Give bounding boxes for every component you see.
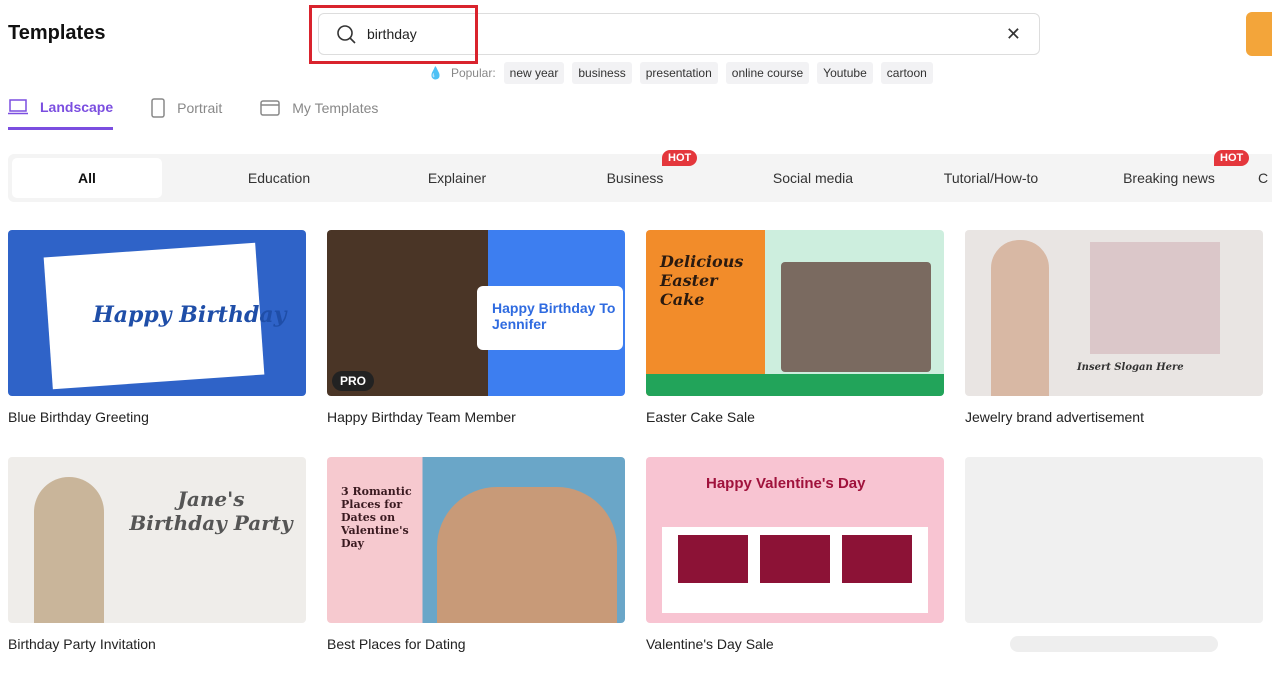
popular-chip[interactable]: new year — [503, 62, 565, 84]
folder-icon — [260, 100, 281, 116]
category-label: Business — [606, 170, 664, 186]
popular-label: Popular: — [450, 66, 496, 80]
laptop-icon — [8, 98, 28, 114]
title-placeholder — [1010, 636, 1218, 652]
popular-chip[interactable]: Youtube — [817, 62, 873, 84]
thumbnail: 3 Romantic Places for Dates on Valentine… — [327, 457, 625, 623]
thumbnail-placeholder — [965, 457, 1263, 623]
tab-label: Landscape — [40, 98, 114, 115]
thumbnail: Delicious Easter Cake — [646, 230, 944, 396]
category-education[interactable]: Education — [190, 158, 368, 198]
phone-icon — [151, 98, 165, 118]
category-all[interactable]: All — [12, 158, 162, 198]
thumbnail-text: 3 Romantic Places for Dates on Valentine… — [341, 485, 412, 550]
card-title: Easter Cake Sale — [646, 409, 755, 425]
popular-chip[interactable]: presentation — [639, 62, 718, 84]
tab-label: Portrait — [177, 100, 223, 116]
tab-portrait[interactable]: Portrait — [151, 98, 222, 130]
popular-chip[interactable]: cartoon — [880, 62, 933, 84]
card-title: Best Places for Dating — [327, 636, 466, 652]
category-bar: All Education Explainer Business HOT Soci… — [8, 150, 1272, 202]
template-card[interactable]: Insert Slogan Here Jewelry brand adverti… — [965, 230, 1263, 425]
category-explainer[interactable]: Explainer — [368, 158, 546, 198]
category-tutorial[interactable]: Tutorial/How-to — [902, 158, 1080, 198]
thumbnail: Happy Birthday To Jennifer PRO — [327, 230, 625, 396]
thumbnail-text: Happy Birthday — [93, 302, 287, 328]
template-card[interactable]: 3 Romantic Places for Dates on Valentine… — [327, 457, 625, 652]
tab-label: My Templates — [292, 100, 379, 116]
page-title: Templates — [8, 22, 106, 44]
template-card[interactable]: Happy Birthday Blue Birthday Greeting — [8, 230, 306, 425]
thumbnail: Happy Valentine's Day — [646, 457, 944, 623]
popular-chip[interactable]: business — [572, 62, 632, 84]
template-card[interactable]: Happy Birthday To Jennifer PRO Happy Birt… — [327, 230, 625, 425]
action-button[interactable] — [1246, 12, 1272, 56]
template-card[interactable]: Happy Valentine's Day Valentine's Day Sa… — [646, 457, 944, 652]
tab-my-templates[interactable]: My Templates — [260, 98, 378, 130]
highlight-box — [309, 5, 478, 64]
thumbnail: Happy Birthday — [8, 230, 306, 396]
tab-landscape[interactable]: Landscape — [8, 98, 114, 130]
orientation-tabs: Landscape Portrait My Templates — [8, 98, 378, 130]
thumbnail-text: Insert Slogan Here — [1077, 362, 1184, 373]
pro-badge: PRO — [332, 371, 375, 391]
template-card[interactable]: Jane's Birthday Party Birthday Party Inv… — [8, 457, 306, 652]
card-title: Blue Birthday Greeting — [8, 409, 149, 425]
category-label: Breaking news — [1123, 170, 1215, 186]
popular-chip[interactable]: online course — [725, 62, 810, 84]
thumbnail-text: Happy Birthday To Jennifer — [492, 300, 616, 332]
category-business[interactable]: Business HOT — [546, 150, 724, 198]
thumbnail-text: Jane's Birthday Party — [129, 487, 293, 535]
card-title: Jewelry brand advertisement — [965, 409, 1144, 425]
clear-search-icon[interactable]: ✕ — [1006, 24, 1021, 45]
card-title: Valentine's Day Sale — [646, 636, 774, 652]
card-title: Happy Birthday Team Member — [327, 409, 516, 425]
fire-icon: 💧 — [428, 66, 443, 80]
thumbnail-text: Delicious Easter Cake — [660, 252, 744, 309]
card-title: Birthday Party Invitation — [8, 636, 156, 652]
category-breaking-news[interactable]: Breaking news HOT — [1080, 150, 1258, 198]
hot-badge: HOT — [662, 150, 698, 166]
thumbnail-text: Happy Valentine's Day — [706, 475, 866, 492]
hot-badge: HOT — [1214, 150, 1250, 166]
thumbnail: Insert Slogan Here — [965, 230, 1263, 396]
template-card-loading — [965, 457, 1263, 623]
template-card[interactable]: Delicious Easter Cake Easter Cake Sale — [646, 230, 944, 425]
category-social-media[interactable]: Social media — [724, 158, 902, 198]
category-more[interactable]: C — [1258, 158, 1272, 198]
popular-searches: 💧 Popular: new year business presentatio… — [428, 62, 933, 84]
thumbnail: Jane's Birthday Party — [8, 457, 306, 623]
